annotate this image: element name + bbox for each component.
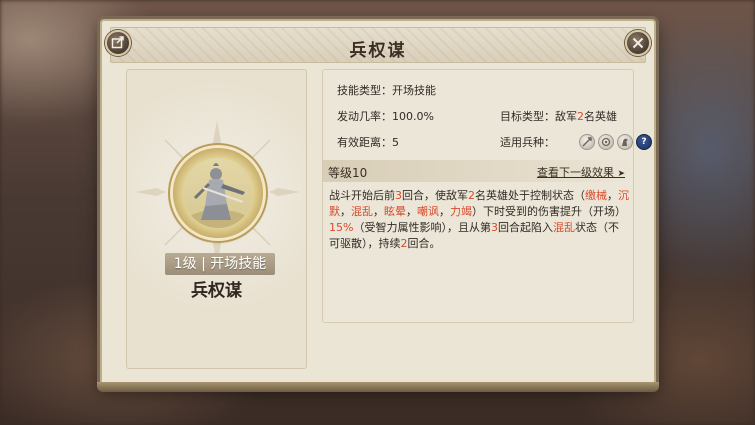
troop-type-icons: ? xyxy=(579,134,652,150)
desc-text: 回合起陷入 xyxy=(497,221,553,234)
desc-highlight: 3 xyxy=(490,221,498,234)
desc-text: ， xyxy=(373,205,384,218)
desc-text: ， xyxy=(340,205,351,218)
status-chaos: 混乱 xyxy=(351,205,373,218)
status-stun: 眩晕 xyxy=(384,205,406,218)
effective-range-label: 有效距离： xyxy=(337,136,392,149)
skill-name: 兵权谋 xyxy=(191,281,242,301)
desc-highlight: 2 xyxy=(400,237,408,250)
title-bar: 兵权谋 xyxy=(110,27,646,63)
skill-level-label: 等级10 xyxy=(328,166,368,180)
skill-description: 战斗开始后前3回合，使敌军2名英雄处于控制状态（缴械，沉默，混乱，眩晕，嘲讽，力… xyxy=(329,188,629,252)
share-icon xyxy=(111,34,125,53)
skill-detail-dialog: 兵权谋 1级 | 开场技能 兵权谋 技能类型：开场技能 发动几率：100.0% … xyxy=(97,19,659,392)
close-icon xyxy=(632,34,644,53)
status-chaos: 混乱 xyxy=(552,221,575,234)
target-type-label: 目标类型： xyxy=(500,110,555,123)
dialog-title: 兵权谋 xyxy=(349,41,407,61)
level-bar: 等级10 查看下一级效果 ➤ xyxy=(323,160,633,182)
troop-type-label: 适用兵种： xyxy=(500,136,555,149)
status-taunt: 嘲讽 xyxy=(417,205,439,218)
desc-text: 战斗开始后前 xyxy=(329,189,395,202)
skill-type-label: 技能类型： xyxy=(337,84,392,97)
status-exhaustion: 力竭 xyxy=(450,205,472,218)
view-next-level-link[interactable]: 查看下一级效果 ➤ xyxy=(537,164,625,180)
question-icon[interactable]: ? xyxy=(636,134,652,150)
skill-type-value: 开场技能 xyxy=(392,84,436,97)
skill-emblem-pane: 1级 | 开场技能 兵权谋 xyxy=(126,69,307,369)
trigger-rate-label: 发动几率： xyxy=(337,110,392,123)
skill-level-badge: 1级 | 开场技能 xyxy=(165,253,275,275)
target-count: 2 xyxy=(577,110,584,123)
view-next-level-label: 查看下一级效果 xyxy=(536,166,614,179)
shield-icon[interactable] xyxy=(598,134,614,150)
target-suffix: 名英雄 xyxy=(584,110,617,123)
status-disarm: 缴械 xyxy=(585,189,607,202)
desc-text: ， xyxy=(607,189,618,202)
desc-text: 回合。 xyxy=(407,237,441,250)
effective-range-value: 5 xyxy=(392,136,399,149)
desc-text: ， xyxy=(439,205,450,218)
target-type-row: 目标类型：敌军2名英雄 xyxy=(500,108,617,124)
skill-portrait xyxy=(173,148,263,238)
desc-text: 名英雄处于控制状态（ xyxy=(475,189,585,202)
desc-text: 回合，使敌军 xyxy=(402,189,468,202)
troop-type-row: 适用兵种： xyxy=(500,134,555,150)
desc-text: （受智力属性影响），且从第 xyxy=(353,221,491,234)
desc-highlight: 2 xyxy=(468,189,475,202)
horse-icon[interactable] xyxy=(617,134,633,150)
trigger-rate-value: 100.0% xyxy=(392,110,434,123)
close-button[interactable] xyxy=(625,30,651,56)
share-button[interactable] xyxy=(105,30,131,56)
general-figure-image xyxy=(183,158,253,228)
desc-highlight: 3 xyxy=(395,189,402,202)
spear-icon[interactable] xyxy=(579,134,595,150)
desc-text: ）下时受到的伤害提升（开场） xyxy=(472,205,626,218)
arrow-right-icon: ➤ xyxy=(617,169,625,179)
trigger-rate-row: 发动几率：100.0% xyxy=(337,108,434,124)
effective-range-row: 有效距离：5 xyxy=(337,134,399,150)
desc-text: ， xyxy=(406,205,417,218)
skill-details-pane: 技能类型：开场技能 发动几率：100.0% 目标类型：敌军2名英雄 有效距离：5… xyxy=(322,69,652,323)
skill-type-row: 技能类型：开场技能 xyxy=(337,82,436,98)
desc-highlight: 15% xyxy=(329,221,354,234)
target-prefix: 敌军 xyxy=(555,110,577,123)
